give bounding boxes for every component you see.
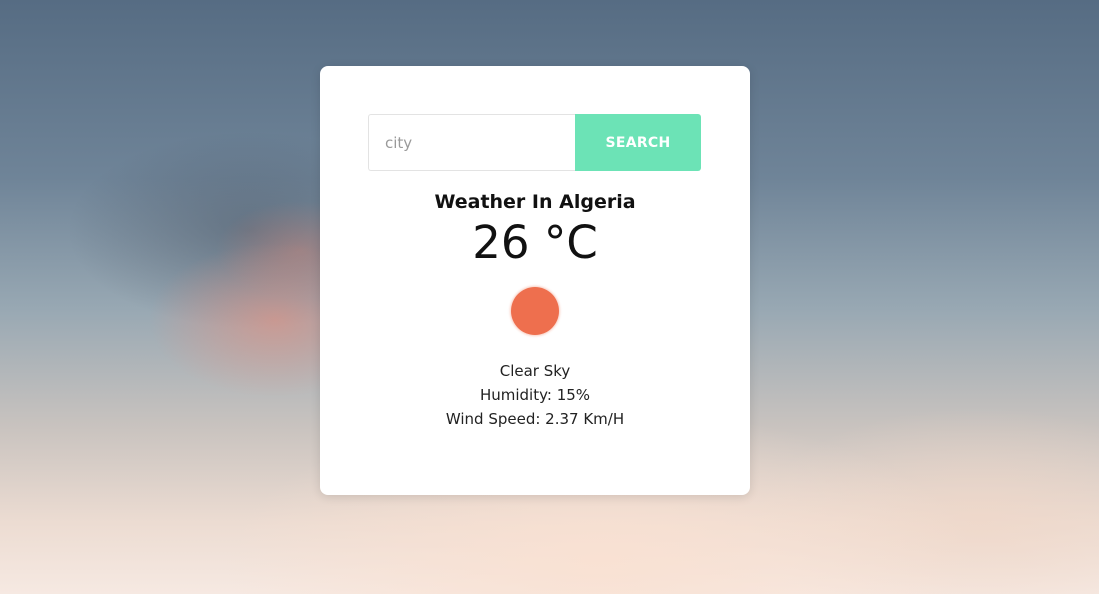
search-button[interactable]: SEARCH xyxy=(575,114,701,171)
humidity-text: Humidity: 15% xyxy=(479,386,591,404)
weather-title: Weather In Algeria xyxy=(434,191,636,213)
weather-description: Clear Sky xyxy=(499,362,571,380)
sun-icon xyxy=(511,287,559,335)
temperature-value: 26 °C xyxy=(472,216,598,269)
search-bar: SEARCH xyxy=(368,114,701,171)
city-input[interactable] xyxy=(368,114,575,171)
wind-speed-text: Wind Speed: 2.37 Km/H xyxy=(445,410,625,428)
weather-card: SEARCH Weather In Algeria 26 °C Clear Sk… xyxy=(320,66,750,495)
